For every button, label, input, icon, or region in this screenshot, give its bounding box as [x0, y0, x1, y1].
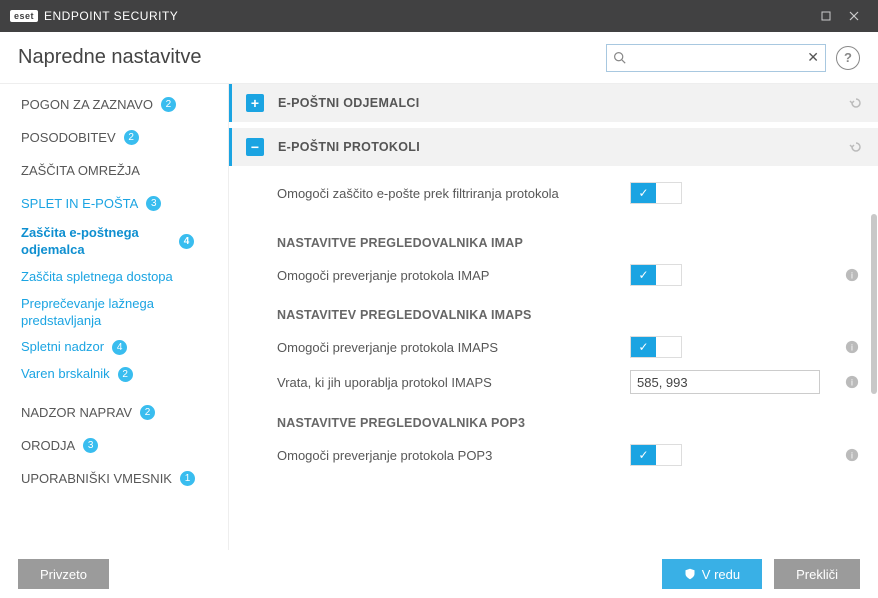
sidebar-item-detection-engine[interactable]: POGON ZA ZAZNAVO 2 [0, 88, 228, 121]
sidebar-sub-secure-browser[interactable]: Varen brskalnik 2 [0, 361, 228, 388]
group-title-pop3: NASTAVITVE PREGLEDOVALNIKA POP3 [229, 400, 878, 438]
main-area: POGON ZA ZAZNAVO 2 POSODOBITEV 2 ZAŠČITA… [0, 84, 878, 550]
minimize-button[interactable] [812, 2, 840, 30]
section-title: E-POŠTNI PROTOKOLI [278, 140, 848, 154]
toggle-pop3[interactable] [630, 444, 682, 466]
sidebar-item-update[interactable]: POSODOBITEV 2 [0, 121, 228, 154]
search-icon [613, 51, 626, 64]
group-title-imaps: NASTAVITEV PREGLEDOVALNIKA IMAPS [229, 292, 878, 330]
svg-text:i: i [851, 378, 853, 388]
row-label: Omogoči zaščito e-pošte prek filtriranja… [277, 186, 630, 201]
row-imap-check: Omogoči preverjanje protokola IMAP i [229, 258, 878, 292]
scrollbar-thumb[interactable] [871, 214, 877, 394]
close-button[interactable] [840, 2, 868, 30]
search-box[interactable]: ✕ [606, 44, 826, 72]
badge: 3 [146, 196, 161, 211]
row-imaps-check: Omogoči preverjanje protokola IMAPS i [229, 330, 878, 364]
sidebar-item-label: SPLET IN E-POŠTA [21, 196, 138, 211]
row-label: Vrata, ki jih uporablja protokol IMAPS [277, 375, 630, 390]
page-title: Napredne nastavitve [18, 46, 606, 69]
check-icon [631, 445, 656, 465]
sidebar-item-network-protection[interactable]: ZAŠČITA OMREŽJA [0, 154, 228, 187]
info-icon[interactable]: i [840, 340, 864, 354]
section-title: E-POŠTNI ODJEMALCI [278, 96, 848, 110]
brand-badge: eset [10, 10, 38, 22]
shield-icon [684, 568, 696, 580]
subheader: Napredne nastavitve ✕ ? [0, 32, 878, 84]
scrollbar[interactable] [870, 84, 878, 550]
sidebar-sub-email-client-protection[interactable]: Zaščita e-poštnega odjemalca 4 [0, 220, 228, 264]
group-title-imap: NASTAVITVE PREGLEDOVALNIKA IMAP [229, 220, 878, 258]
ok-label: V redu [702, 567, 740, 582]
svg-text:i: i [851, 343, 853, 353]
row-imaps-ports: Vrata, ki jih uporablja protokol IMAPS i [229, 364, 878, 400]
badge: 4 [179, 234, 194, 249]
brand: eset ENDPOINT SECURITY [10, 9, 178, 23]
sidebar-item-label: Varen brskalnik [21, 366, 110, 383]
row-label: Omogoči preverjanje protokola IMAPS [277, 340, 630, 355]
revert-icon[interactable] [848, 95, 864, 111]
sidebar-item-device-control[interactable]: NADZOR NAPRAV 2 [0, 396, 228, 429]
check-icon [631, 183, 656, 203]
info-icon[interactable]: i [840, 375, 864, 389]
group-enable-filter: Omogoči zaščito e-pošte prek filtriranja… [229, 172, 878, 220]
cancel-button[interactable]: Prekliči [774, 559, 860, 589]
info-icon[interactable]: i [840, 448, 864, 462]
titlebar: eset ENDPOINT SECURITY [0, 0, 878, 32]
check-icon [631, 265, 656, 285]
svg-text:i: i [851, 451, 853, 461]
row-label: Omogoči preverjanje protokola IMAP [277, 268, 630, 283]
brand-text: ENDPOINT SECURITY [44, 9, 178, 23]
sidebar-item-tools[interactable]: ORODJA 3 [0, 429, 228, 462]
input-imaps-ports[interactable] [630, 370, 820, 394]
sidebar-item-ui[interactable]: UPORABNIŠKI VMESNIK 1 [0, 462, 228, 495]
row-pop3-check: Omogoči preverjanje protokola POP3 i [229, 438, 878, 472]
revert-icon[interactable] [848, 139, 864, 155]
badge: 4 [112, 340, 127, 355]
section-email-clients[interactable]: + E-POŠTNI ODJEMALCI [229, 84, 878, 122]
sidebar-item-label: UPORABNIŠKI VMESNIK [21, 471, 172, 486]
badge: 2 [140, 405, 155, 420]
sidebar-sub-web-control[interactable]: Spletni nadzor 4 [0, 334, 228, 361]
sidebar-item-label: POSODOBITEV [21, 130, 116, 145]
badge: 2 [124, 130, 139, 145]
badge: 2 [118, 367, 133, 382]
clear-search-icon[interactable]: ✕ [807, 49, 819, 66]
ok-button[interactable]: V redu [662, 559, 762, 589]
badge: 1 [180, 471, 195, 486]
search-input[interactable] [630, 50, 807, 65]
row-label: Omogoči preverjanje protokola POP3 [277, 448, 630, 463]
expand-icon[interactable]: + [246, 94, 264, 112]
sidebar-item-label: POGON ZA ZAZNAVO [21, 97, 153, 112]
footer: Privzeto V redu Prekliči [0, 550, 878, 598]
sidebar: POGON ZA ZAZNAVO 2 POSODOBITEV 2 ZAŠČITA… [0, 84, 228, 550]
toggle-enable-protocol-filter[interactable] [630, 182, 682, 204]
sidebar-item-label: Preprečevanje lažnega predstavljanja [21, 296, 191, 330]
help-button[interactable]: ? [836, 46, 860, 70]
sidebar-item-web-email[interactable]: SPLET IN E-POŠTA 3 [0, 187, 228, 220]
sidebar-item-label: Zaščita spletnega dostopa [21, 269, 173, 286]
sidebar-sub-antiphishing[interactable]: Preprečevanje lažnega predstavljanja [0, 291, 228, 335]
badge: 2 [161, 97, 176, 112]
sidebar-item-label: ZAŠČITA OMREŽJA [21, 163, 140, 178]
content-pane: + E-POŠTNI ODJEMALCI − E-POŠTNI PROTOKOL… [228, 84, 878, 550]
check-icon [631, 337, 656, 357]
toggle-imap[interactable] [630, 264, 682, 286]
row-enable-protocol-filter: Omogoči zaščito e-pošte prek filtriranja… [229, 176, 878, 210]
toggle-imaps[interactable] [630, 336, 682, 358]
sidebar-item-label: Zaščita e-poštnega odjemalca [21, 225, 171, 259]
svg-text:i: i [851, 271, 853, 281]
info-icon[interactable]: i [840, 268, 864, 282]
sidebar-item-label: Spletni nadzor [21, 339, 104, 356]
sidebar-item-label: ORODJA [21, 438, 75, 453]
sidebar-item-label: NADZOR NAPRAV [21, 405, 132, 420]
default-button[interactable]: Privzeto [18, 559, 109, 589]
collapse-icon[interactable]: − [246, 138, 264, 156]
badge: 3 [83, 438, 98, 453]
sidebar-sub-web-access[interactable]: Zaščita spletnega dostopa [0, 264, 228, 291]
section-email-protocols[interactable]: − E-POŠTNI PROTOKOLI [229, 128, 878, 166]
